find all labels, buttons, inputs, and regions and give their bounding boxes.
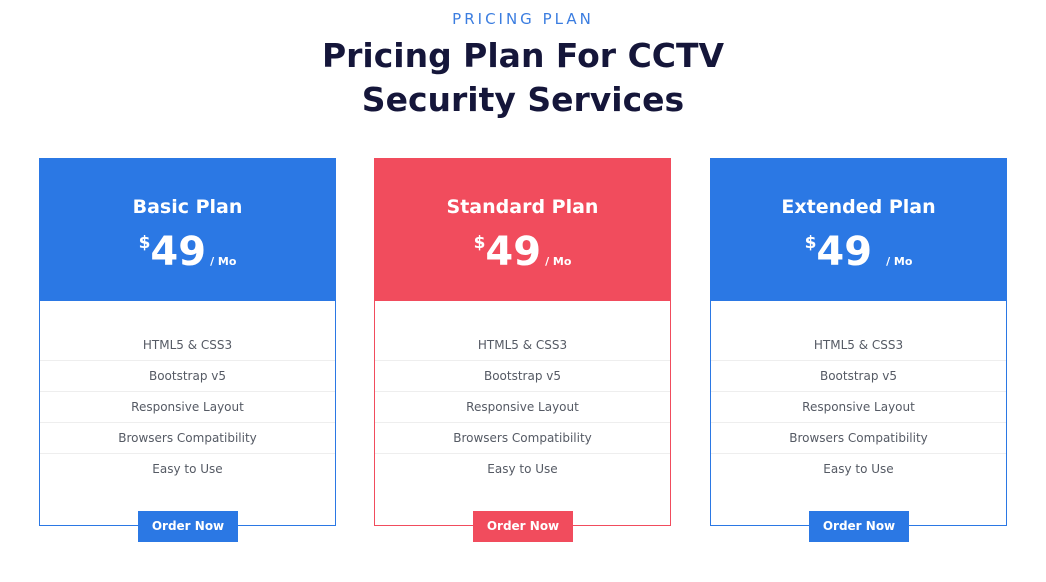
pricing-card-header: Standard Plan $49/ Mo: [375, 159, 670, 301]
order-now-button[interactable]: Order Now: [809, 511, 909, 542]
feature-list: HTML5 & CSS3 Bootstrap v5 Responsive Lay…: [711, 330, 1006, 485]
pricing-card-header: Basic Plan $49/ Mo: [40, 159, 335, 301]
feature-item: Easy to Use: [823, 462, 894, 476]
page-title-line-2: Security Services: [361, 80, 685, 119]
order-now-button[interactable]: Order Now: [138, 511, 238, 542]
price-amount: 49: [150, 229, 207, 275]
feature-item: Easy to Use: [487, 462, 558, 476]
pricing-card-header: Extended Plan $49 / Mo: [711, 159, 1006, 301]
feature-item: Browsers Compatibility: [711, 423, 1006, 454]
pricing-card-basic: Basic Plan $49/ Mo HTML5 & CSS3 Bootstra…: [39, 158, 336, 542]
price-period: / Mo: [886, 255, 913, 268]
feature-item: HTML5 & CSS3: [40, 330, 335, 361]
currency-symbol: $: [473, 233, 486, 253]
feature-item: Easy to Use: [152, 462, 223, 476]
feature-item: Bootstrap v5: [711, 361, 1006, 392]
price-period: / Mo: [210, 255, 237, 268]
feature-item: Browsers Compatibility: [40, 423, 335, 454]
feature-item: Bootstrap v5: [375, 361, 670, 392]
price-amount: 49: [816, 229, 873, 275]
order-now-button[interactable]: Order Now: [473, 511, 573, 542]
feature-item: Bootstrap v5: [40, 361, 335, 392]
section-tag: PRICING PLAN: [452, 10, 594, 28]
feature-item: HTML5 & CSS3: [711, 330, 1006, 361]
feature-item: Responsive Layout: [375, 392, 670, 423]
pricing-card-extended: Extended Plan $49 / Mo HTML5 & CSS3 Boots…: [710, 158, 1007, 542]
feature-list: HTML5 & CSS3 Bootstrap v5 Responsive Lay…: [40, 330, 335, 485]
pricing-card-standard: Standard Plan $49/ Mo HTML5 & CSS3 Boots…: [374, 158, 671, 542]
price-period: / Mo: [545, 255, 572, 268]
feature-list: HTML5 & CSS3 Bootstrap v5 Responsive Lay…: [375, 330, 670, 485]
price-amount: 49: [485, 229, 542, 275]
feature-item: HTML5 & CSS3: [375, 330, 670, 361]
currency-symbol: $: [138, 233, 151, 253]
feature-item: Browsers Compatibility: [375, 423, 670, 454]
feature-item: Responsive Layout: [40, 392, 335, 423]
plan-name: Standard Plan: [446, 196, 599, 218]
page-title: Pricing Plan For CCTV Security Services: [0, 34, 1046, 122]
plan-price: $49/ Mo: [375, 229, 670, 275]
currency-symbol: $: [804, 233, 817, 253]
plan-price: $49/ Mo: [40, 229, 335, 275]
plan-price: $49 / Mo: [711, 229, 1006, 275]
page-title-line-1: Pricing Plan For CCTV: [321, 36, 725, 75]
feature-item: Responsive Layout: [711, 392, 1006, 423]
plan-name: Extended Plan: [781, 196, 936, 218]
plan-name: Basic Plan: [132, 196, 243, 218]
